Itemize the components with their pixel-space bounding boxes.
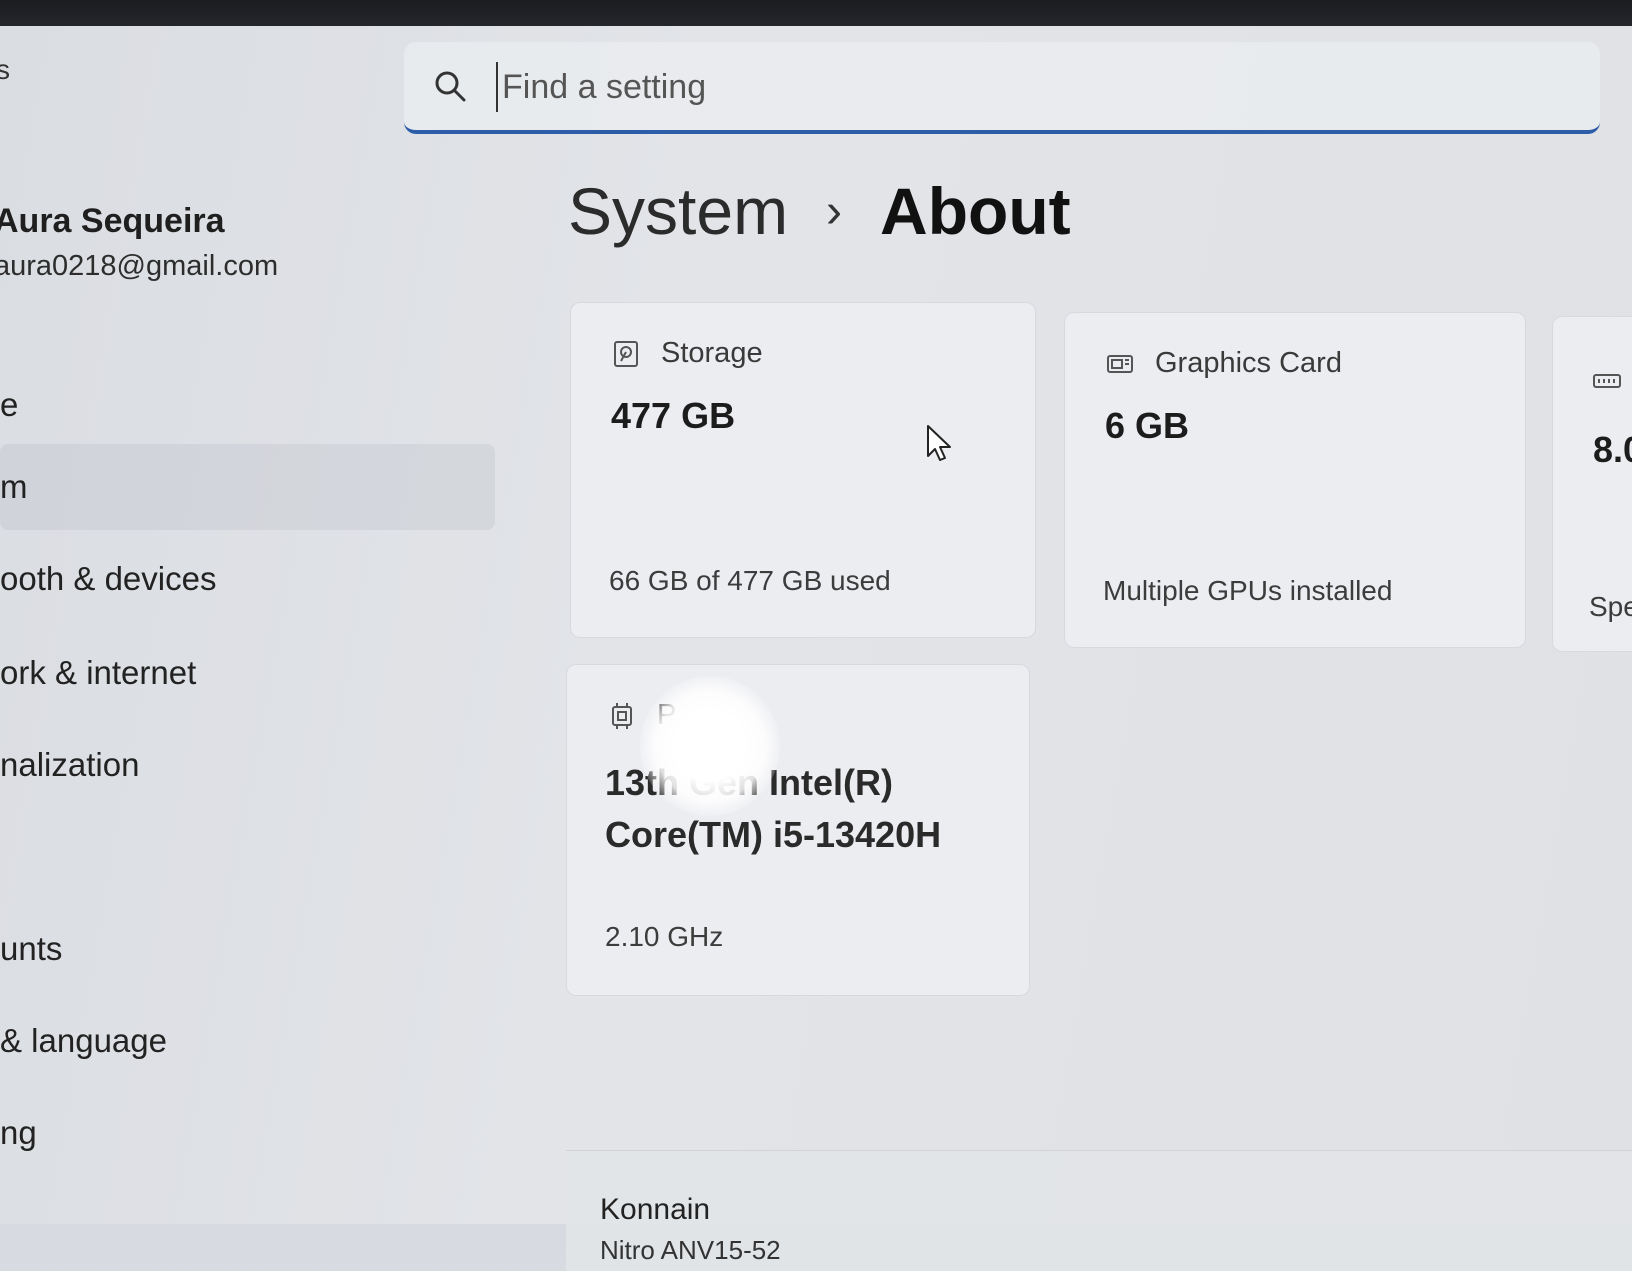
sidebar-item-label: ork & internet [0,654,197,691]
sidebar-item-gaming[interactable]: ng [0,1090,495,1176]
profile-name: Aura Sequeira [0,202,225,240]
search-box[interactable] [404,42,1600,134]
sidebar-item-home[interactable]: e [0,362,495,448]
processor-card[interactable]: P 13th Gen Intel(R) Core(TM) i5-13420H 2… [566,664,1030,996]
sidebar-item-label: ng [0,1114,37,1151]
settings-window: s Aura Sequeira aura0218@gmail.com e m o… [0,26,1632,1271]
ram-icon [1593,374,1621,388]
graphics-card-icon [1107,354,1133,373]
sidebar-item-label: & language [0,1022,167,1059]
device-name: Konnain [600,1193,711,1226]
search-icon [435,71,466,102]
ram-card[interactable]: 8.0 Spe [1552,316,1632,652]
processor-icon [612,702,632,729]
graphics-detail: Multiple GPUs installed [1103,575,1393,606]
storage-value: 477 GB [611,395,736,436]
device-model: Nitro ANV15-52 [600,1235,781,1265]
sidebar-item-personalization[interactable]: nalization [0,722,495,808]
sidebar-item-label: nalization [0,746,140,783]
graphics-title: Graphics Card [1155,347,1342,379]
app-title: s [0,54,10,85]
sidebar-item-time-language[interactable]: & language [0,998,495,1084]
sidebar-item-label: m [0,468,28,505]
storage-title: Storage [661,337,763,369]
sidebar-item-system[interactable]: m [0,444,495,530]
sidebar-item-network-internet[interactable]: ork & internet [0,630,495,716]
processor-speed: 2.10 GHz [605,921,724,952]
processor-line-2: Core(TM) i5-13420H [605,814,942,855]
graphics-card[interactable]: Graphics Card 6 GB Multiple GPUs install… [1064,312,1526,648]
graphics-card-header: Graphics Card [1105,347,1342,380]
screen-glare [640,676,780,816]
sidebar: s Aura Sequeira aura0218@gmail.com e m o… [0,26,500,1224]
storage-card-header: Storage [611,337,763,370]
profile-email: aura0218@gmail.com [0,250,279,282]
sidebar-item-label: ooth & devices [0,560,217,597]
device-info-panel: Konnain Nitro ANV15-52 [566,1150,1632,1271]
sidebar-item-bluetooth-devices[interactable]: ooth & devices [0,536,495,622]
graphics-value: 6 GB [1105,405,1190,446]
ram-detail: Spe [1589,591,1632,622]
storage-card[interactable]: Storage 477 GB 66 GB of 477 GB used [570,302,1036,638]
ram-value: 8.0 [1593,429,1632,470]
breadcrumb: System › About [568,166,1071,256]
search-input[interactable] [496,62,1404,112]
chevron-right-icon: › [826,184,843,238]
storage-icon [614,340,638,367]
storage-usage: 66 GB of 477 GB used [609,565,891,596]
sidebar-item-label: e [0,386,19,423]
page-title: About [880,174,1071,248]
sidebar-item-label: unts [0,930,63,967]
breadcrumb-system-link[interactable]: System [568,173,788,249]
sidebar-item-accounts[interactable]: unts [0,906,495,992]
mouse-cursor-icon [927,425,951,461]
